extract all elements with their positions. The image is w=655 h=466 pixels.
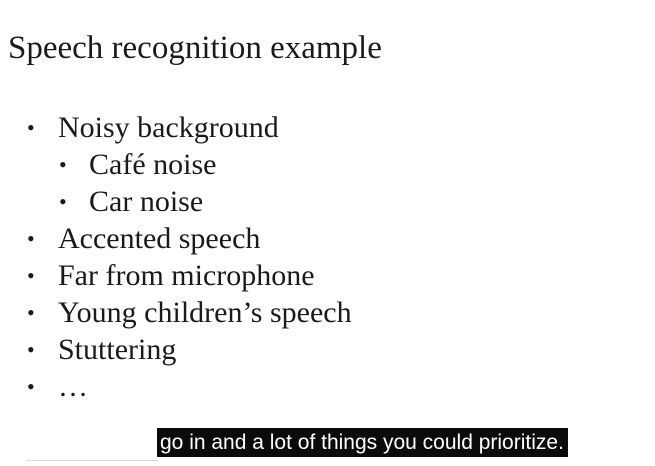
bullet-marker: • [27, 263, 35, 288]
bullet-text: Café noise [89, 148, 217, 181]
bullet-item-far-from-microphone: • Far from microphone [0, 257, 655, 294]
bullet-marker: • [27, 300, 35, 325]
bullet-marker: • [59, 152, 67, 177]
video-caption: go in and a lot of things you could prio… [157, 428, 568, 457]
divider [26, 460, 158, 461]
bullet-marker: • [27, 374, 35, 399]
bullet-item-young-childrens-speech: • Young children’s speech [0, 294, 655, 331]
bullet-text: Noisy background [58, 111, 279, 144]
bullet-text: Accented speech [58, 222, 261, 255]
bullet-marker: • [27, 115, 35, 140]
bullet-text: Car noise [89, 185, 204, 218]
bullet-item-car-noise: • Car noise [0, 183, 655, 220]
bullet-text: Stuttering [58, 333, 177, 366]
bullet-marker: • [27, 337, 35, 362]
slide-title: Speech recognition example [8, 30, 382, 66]
bullet-marker: • [27, 226, 35, 251]
bullet-list: • Noisy background • Café noise • Car no… [0, 109, 655, 405]
slide: Speech recognition example • Noisy backg… [0, 0, 655, 466]
bullet-text: … [58, 370, 88, 403]
bullet-item-accented-speech: • Accented speech [0, 220, 655, 257]
bullet-item-noisy-background: • Noisy background [0, 109, 655, 146]
bullet-text: Young children’s speech [58, 296, 352, 329]
bullet-marker: • [59, 189, 67, 214]
bullet-text: Far from microphone [58, 259, 315, 292]
bullet-item-stuttering: • Stuttering [0, 331, 655, 368]
bullet-item-ellipsis: • … [0, 368, 655, 405]
bullet-item-cafe-noise: • Café noise [0, 146, 655, 183]
